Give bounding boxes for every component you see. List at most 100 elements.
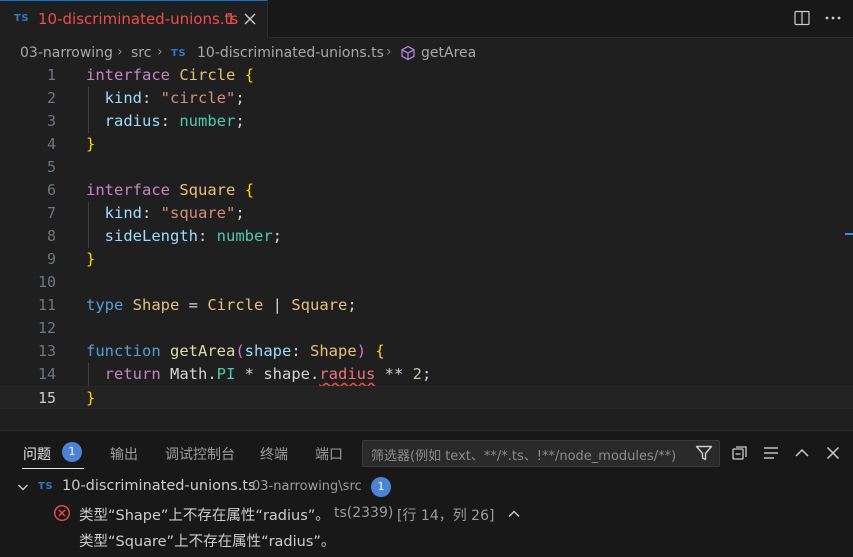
indent-guide — [88, 87, 89, 133]
code-line[interactable]: 5 — [0, 156, 853, 179]
code-token: = — [179, 296, 208, 314]
code-token: interface — [86, 181, 170, 199]
tab-ports[interactable]: 端口 — [315, 444, 343, 464]
code-text: } — [86, 133, 95, 156]
code-token: PI — [216, 365, 236, 383]
code-line[interactable]: 14 return Math.PI * shape.radius ** 2; — [0, 363, 853, 386]
code-token: Math. — [160, 365, 217, 383]
problem-item[interactable]: 类型“Shape”上不存在属性“radius”。 ts(2339) [行 14，… — [0, 501, 853, 527]
filter-icon[interactable] — [694, 443, 714, 463]
breadcrumb-folder[interactable]: 03-narrowing — [20, 45, 113, 61]
code-text: interface Circle { — [86, 64, 254, 87]
collapse-all-icon[interactable] — [730, 443, 750, 463]
code-token: ; — [272, 227, 282, 245]
code-line[interactable]: 10 — [0, 271, 853, 294]
code-token: "square" — [160, 204, 236, 222]
line-number: 15 — [37, 389, 56, 407]
code-token: Shape — [132, 296, 180, 314]
code-text: interface Square { — [86, 179, 254, 202]
code-text: kind: "circle"; — [86, 87, 245, 110]
line-number: 3 — [46, 112, 56, 130]
code-token: : — [142, 89, 161, 107]
chevron-up-icon[interactable] — [506, 506, 522, 522]
code-token: return — [86, 365, 161, 383]
code-token: ; — [422, 365, 432, 383]
editor-tab-bar: TS 10-discriminated-unions.ts 1 — [0, 0, 853, 38]
view-as-list-icon[interactable] — [761, 443, 781, 463]
code-editor[interactable]: 1 interface Circle {2 kind: "circle"; 3 ra… — [0, 64, 853, 430]
error-token: radius — [319, 365, 376, 383]
code-text: sideLength: number; — [86, 225, 282, 248]
tab-debug-console[interactable]: 调试控制台 — [165, 444, 235, 464]
code-token: Square — [291, 296, 348, 314]
code-token: { — [244, 66, 255, 84]
breadcrumb-symbol[interactable]: getArea — [421, 45, 476, 61]
problems-count-badge: 1 — [62, 442, 82, 462]
typescript-icon: TS — [38, 481, 54, 492]
code-token: } — [86, 250, 96, 268]
line-number: 5 — [46, 158, 56, 176]
code-token: ( — [235, 342, 245, 360]
tab-output[interactable]: 输出 — [110, 444, 138, 464]
code-token: getArea — [170, 342, 236, 360]
problem-code: ts(2339) — [334, 505, 394, 521]
breadcrumb-file[interactable]: 10-discriminated-unions.ts — [197, 45, 384, 61]
code-token: ** — [375, 365, 413, 383]
problem-file-row[interactable]: TS 10-discriminated-unions.ts 03-narrowi… — [0, 475, 853, 501]
filter-placeholder: 筛选器(例如 text、**/*.ts、!**/node_modules/**) — [371, 449, 677, 464]
code-line[interactable]: 6 interface Square { — [0, 179, 853, 202]
code-line[interactable]: 13 function getArea(shape: Shape) { — [0, 340, 853, 363]
code-token: interface — [86, 66, 170, 84]
code-token: : — [142, 204, 161, 222]
code-line[interactable]: 2 kind: "circle"; — [0, 87, 853, 110]
breadcrumb-src[interactable]: src — [131, 45, 151, 61]
problem-detail-message: 类型“Square”上不存在属性“radius”。 — [79, 534, 336, 550]
problem-detail: 类型“Square”上不存在属性“radius”。 — [0, 527, 853, 553]
chevron-right-icon: › — [157, 44, 163, 60]
code-line[interactable]: 1 interface Circle { — [0, 64, 853, 87]
code-token: ; — [235, 112, 245, 130]
code-token: shape — [244, 342, 292, 360]
code-text: } — [86, 387, 95, 410]
maximize-panel-icon[interactable] — [792, 443, 812, 463]
code-token: : — [197, 227, 217, 245]
code-token: : — [291, 342, 311, 360]
code-token: number — [216, 227, 273, 245]
line-number: 12 — [37, 319, 56, 337]
code-line[interactable]: 15} — [0, 386, 853, 409]
more-actions-icon[interactable] — [824, 10, 842, 26]
problem-message: 类型“Shape”上不存在属性“radius”。 — [79, 508, 330, 524]
split-editor-icon[interactable] — [794, 10, 810, 26]
code-line[interactable]: 4} — [0, 133, 853, 156]
code-token: ; — [347, 296, 357, 314]
code-line[interactable]: 12 — [0, 317, 853, 340]
line-number: 13 — [37, 342, 56, 360]
line-number: 2 — [46, 89, 56, 107]
problems-filter-input[interactable]: 筛选器(例如 text、**/*.ts、!**/node_modules/**) — [362, 440, 720, 467]
code-line[interactable]: 9} — [0, 248, 853, 271]
code-text: return Math.PI * shape.radius ** 2; — [86, 363, 432, 386]
editor-tab[interactable]: TS 10-discriminated-unions.ts 1 — [0, 0, 268, 38]
code-token: : — [160, 112, 180, 130]
tab-problems[interactable]: 问题 — [23, 444, 51, 464]
code-token: { — [244, 181, 255, 199]
code-token: number — [179, 112, 236, 130]
line-number: 11 — [37, 296, 56, 314]
line-number: 6 — [46, 181, 56, 199]
line-number: 4 — [46, 135, 56, 153]
line-number: 8 — [46, 227, 56, 245]
code-line[interactable]: 3 radius: number; — [0, 110, 853, 133]
chevron-down-icon[interactable] — [16, 480, 30, 494]
close-icon[interactable] — [242, 9, 258, 29]
code-text: } — [86, 248, 95, 271]
code-line[interactable]: 8 sideLength: number; — [0, 225, 853, 248]
close-panel-icon[interactable] — [823, 443, 843, 463]
code-line[interactable]: 11 type Shape = Circle | Square; — [0, 294, 853, 317]
code-token: radius — [86, 112, 161, 130]
tab-terminal[interactable]: 终端 — [260, 444, 288, 464]
code-line[interactable]: 7 kind: "square"; — [0, 202, 853, 225]
